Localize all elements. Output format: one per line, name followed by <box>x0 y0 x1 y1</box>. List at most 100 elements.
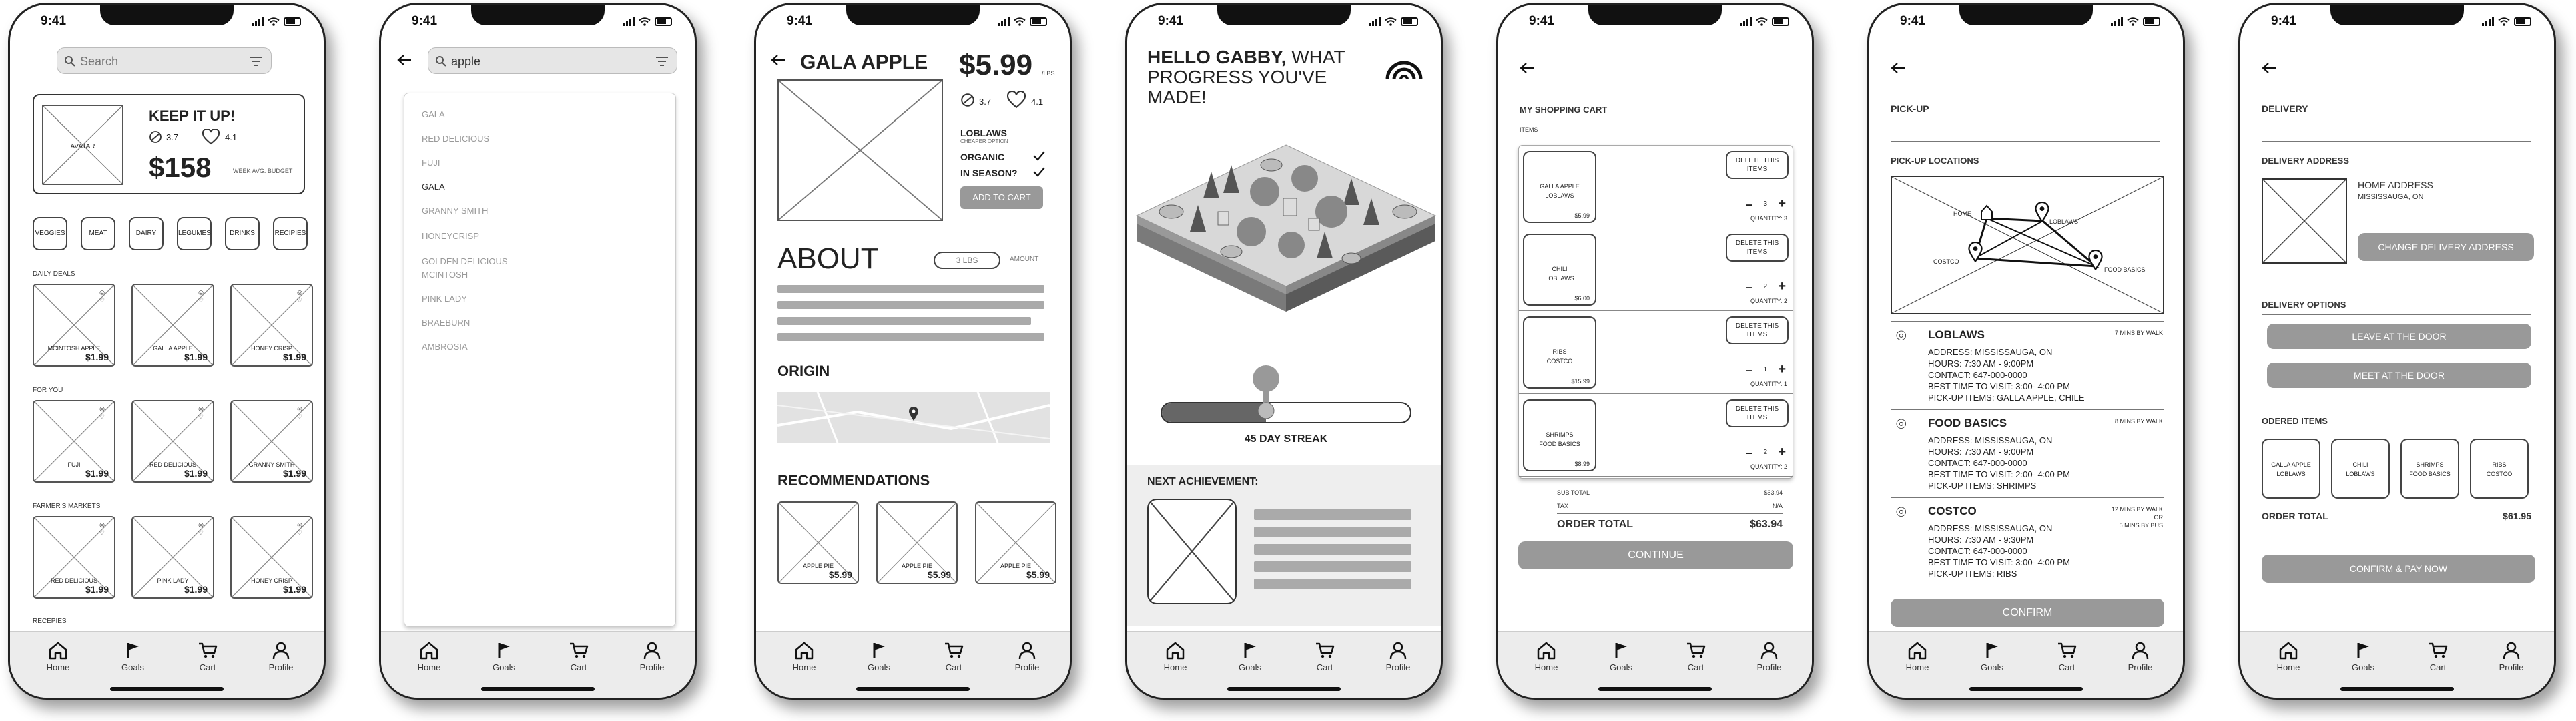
origin-map[interactable] <box>777 391 1050 443</box>
tab-cart[interactable]: Cart <box>552 641 605 672</box>
product-card[interactable]: ◎ ♡ FUJI $1.99 <box>33 400 115 483</box>
search-result-item[interactable]: GALA <box>422 182 445 192</box>
search-result-item[interactable]: HONEYCRISP <box>422 231 479 241</box>
search-input[interactable]: apple <box>451 55 480 69</box>
ordered-item-card[interactable]: CHILI LOBLAWS <box>2331 439 2390 499</box>
product-card[interactable]: ◎ ♡ PINK LADY $1.99 <box>131 516 214 599</box>
tab-goals[interactable]: Goals <box>1223 641 1277 672</box>
search-bar[interactable]: apple <box>428 47 677 74</box>
store-entry[interactable]: ⌾ LOBLAWS 7 MINS BY WALK ADDRESS: MISSISSAU… <box>1891 321 2164 407</box>
tab-profile[interactable]: Profile <box>2114 641 2167 672</box>
tab-goals[interactable]: Goals <box>852 641 906 672</box>
category-recipies-button[interactable]: RECIPIES <box>273 217 308 250</box>
product-card[interactable]: ◎ ♡ RED DELICIOUS $1.99 <box>131 400 214 483</box>
tab-cart[interactable]: Cart <box>1298 641 1351 672</box>
search-result-item[interactable]: GALA <box>422 109 445 119</box>
back-arrow-icon[interactable] <box>1520 62 1534 74</box>
category-drinks-button[interactable]: DRINKS <box>225 217 260 250</box>
category-legumes-button[interactable]: LEGUMES <box>177 217 212 250</box>
recommendation-card[interactable]: APPLE PIE $5.99 <box>975 501 1056 584</box>
search-result-item[interactable]: GOLDEN DELICIOUS <box>422 256 508 266</box>
search-result-item[interactable]: GRANNY SMITH <box>422 206 488 216</box>
tab-home[interactable]: Home <box>1891 641 1944 672</box>
cart-item-card[interactable]: RIBS COSTCO $15.99 <box>1523 316 1596 389</box>
delete-item-button[interactable]: DELETE THIS ITEMS <box>1726 399 1789 427</box>
tab-cart[interactable]: Cart <box>2040 641 2094 672</box>
cart-item-card[interactable]: CHILI LOBLAWS $6.00 <box>1523 234 1596 306</box>
avatar[interactable]: AVATAR <box>42 105 123 185</box>
recommendation-card[interactable]: APPLE PIE $5.99 <box>876 501 958 584</box>
product-card[interactable]: ◎ ♡ GRANNY SMITH $1.99 <box>230 400 313 483</box>
tab-profile[interactable]: Profile <box>625 641 679 672</box>
pickup-map[interactable]: HOME LOBLAWS COSTCO FOOD BASICS <box>1891 176 2164 314</box>
search-bar[interactable]: Search <box>57 47 272 74</box>
category-dairy-button[interactable]: DAIRY <box>129 217 164 250</box>
product-card[interactable]: ◎ ♡ HONEY CRISP $1.99 <box>230 516 313 599</box>
change-address-button[interactable]: CHANGE DELIVERY ADDRESS <box>2358 233 2534 261</box>
confirm-pay-button[interactable]: CONFIRM & PAY NOW <box>2262 555 2535 583</box>
tab-goals[interactable]: Goals <box>106 641 159 672</box>
amount-selector[interactable]: 3 LBS <box>934 252 1000 269</box>
store-entry[interactable]: ⌾ COSTCO 12 MINS BY WALK OR 5 MINS BY BUS ADD… <box>1891 497 2164 583</box>
tab-home[interactable]: Home <box>1520 641 1573 672</box>
filter-icon[interactable] <box>655 56 669 67</box>
ordered-item-card[interactable]: GALLA APPLE LOBLAWS <box>2262 439 2320 499</box>
product-card[interactable]: ◎ ♡ HONEY CRISP $1.99 <box>230 284 313 367</box>
tab-home[interactable]: Home <box>1149 641 1202 672</box>
tab-profile[interactable]: Profile <box>2485 641 2538 672</box>
product-card[interactable]: ◎ ♡ MCINTOSH APPLE $1.99 <box>33 284 115 367</box>
tab-goals[interactable]: Goals <box>1965 641 2019 672</box>
filter-icon[interactable] <box>250 56 263 67</box>
tab-cart[interactable]: Cart <box>927 641 980 672</box>
tab-home[interactable]: Home <box>777 641 831 672</box>
increment-button[interactable]: + <box>1778 362 1786 377</box>
search-result-item[interactable]: MCINTOSH <box>422 270 468 280</box>
search-result-item[interactable]: AMBROSIA <box>422 342 468 352</box>
cart-item-card[interactable]: GALLA APPLE LOBLAWS $5.99 <box>1523 151 1596 223</box>
product-card[interactable]: ◎ ♡ GALLA APPLE $1.99 <box>131 284 214 367</box>
tab-home[interactable]: Home <box>2262 641 2315 672</box>
leave-at-door-option[interactable]: LEAVE AT THE DOOR <box>2267 324 2531 349</box>
rainbow-badge-icon[interactable] <box>1385 47 1423 81</box>
tab-cart[interactable]: Cart <box>1669 641 1722 672</box>
ordered-item-card[interactable]: RIBS COSTCO <box>2470 439 2529 499</box>
tab-profile[interactable]: Profile <box>254 641 308 672</box>
tab-cart[interactable]: Cart <box>181 641 234 672</box>
tab-profile[interactable]: Profile <box>1371 641 1425 672</box>
tab-profile[interactable]: Profile <box>1742 641 1796 672</box>
cart-item-card[interactable]: SHRIMPS FOOD BASICS $8.99 <box>1523 399 1596 471</box>
product-card[interactable]: ◎ ♡ RED DELICIOUS $1.99 <box>33 516 115 599</box>
delete-item-button[interactable]: DELETE THIS ITEMS <box>1726 316 1789 344</box>
tab-goals[interactable]: Goals <box>1594 641 1648 672</box>
back-arrow-icon[interactable] <box>771 54 785 66</box>
tab-profile[interactable]: Profile <box>1000 641 1054 672</box>
increment-button[interactable]: + <box>1778 445 1786 460</box>
decrement-button[interactable]: – <box>1746 280 1752 294</box>
search-result-item[interactable]: RED DELICIOUS <box>422 134 489 144</box>
decrement-button[interactable]: – <box>1746 446 1752 460</box>
search-result-item[interactable]: PINK LADY <box>422 294 467 304</box>
tab-goals[interactable]: Goals <box>2336 641 2390 672</box>
tab-goals[interactable]: Goals <box>477 641 531 672</box>
increment-button[interactable]: + <box>1778 196 1786 212</box>
back-arrow-icon[interactable] <box>2262 62 2276 74</box>
category-veggies-button[interactable]: VEGGIES <box>33 217 67 250</box>
decrement-button[interactable]: – <box>1746 198 1752 212</box>
store-entry[interactable]: ⌾ FOOD BASICS 8 MINS BY WALK ADDRESS: MISSI… <box>1891 409 2164 495</box>
recommendation-card[interactable]: APPLE PIE $5.99 <box>777 501 859 584</box>
tab-home[interactable]: Home <box>31 641 85 672</box>
category-meat-button[interactable]: MEAT <box>81 217 115 250</box>
back-arrow-icon[interactable] <box>397 54 412 66</box>
delete-item-button[interactable]: DELETE THIS ITEMS <box>1726 151 1789 179</box>
continue-button[interactable]: CONTINUE <box>1518 541 1793 569</box>
increment-button[interactable]: + <box>1778 279 1786 294</box>
ordered-item-card[interactable]: SHRIMPS FOOD BASICS <box>2400 439 2459 499</box>
tab-home[interactable]: Home <box>402 641 456 672</box>
search-result-item[interactable]: FUJI <box>422 158 440 168</box>
delete-item-button[interactable]: DELETE THIS ITEMS <box>1726 234 1789 262</box>
search-result-item[interactable]: BRAEBURN <box>422 318 470 328</box>
decrement-button[interactable]: – <box>1746 363 1752 377</box>
heart-icon[interactable] <box>1007 91 1026 109</box>
confirm-button[interactable]: CONFIRM <box>1891 599 2164 627</box>
add-to-cart-button[interactable]: ADD TO CART <box>960 186 1043 209</box>
